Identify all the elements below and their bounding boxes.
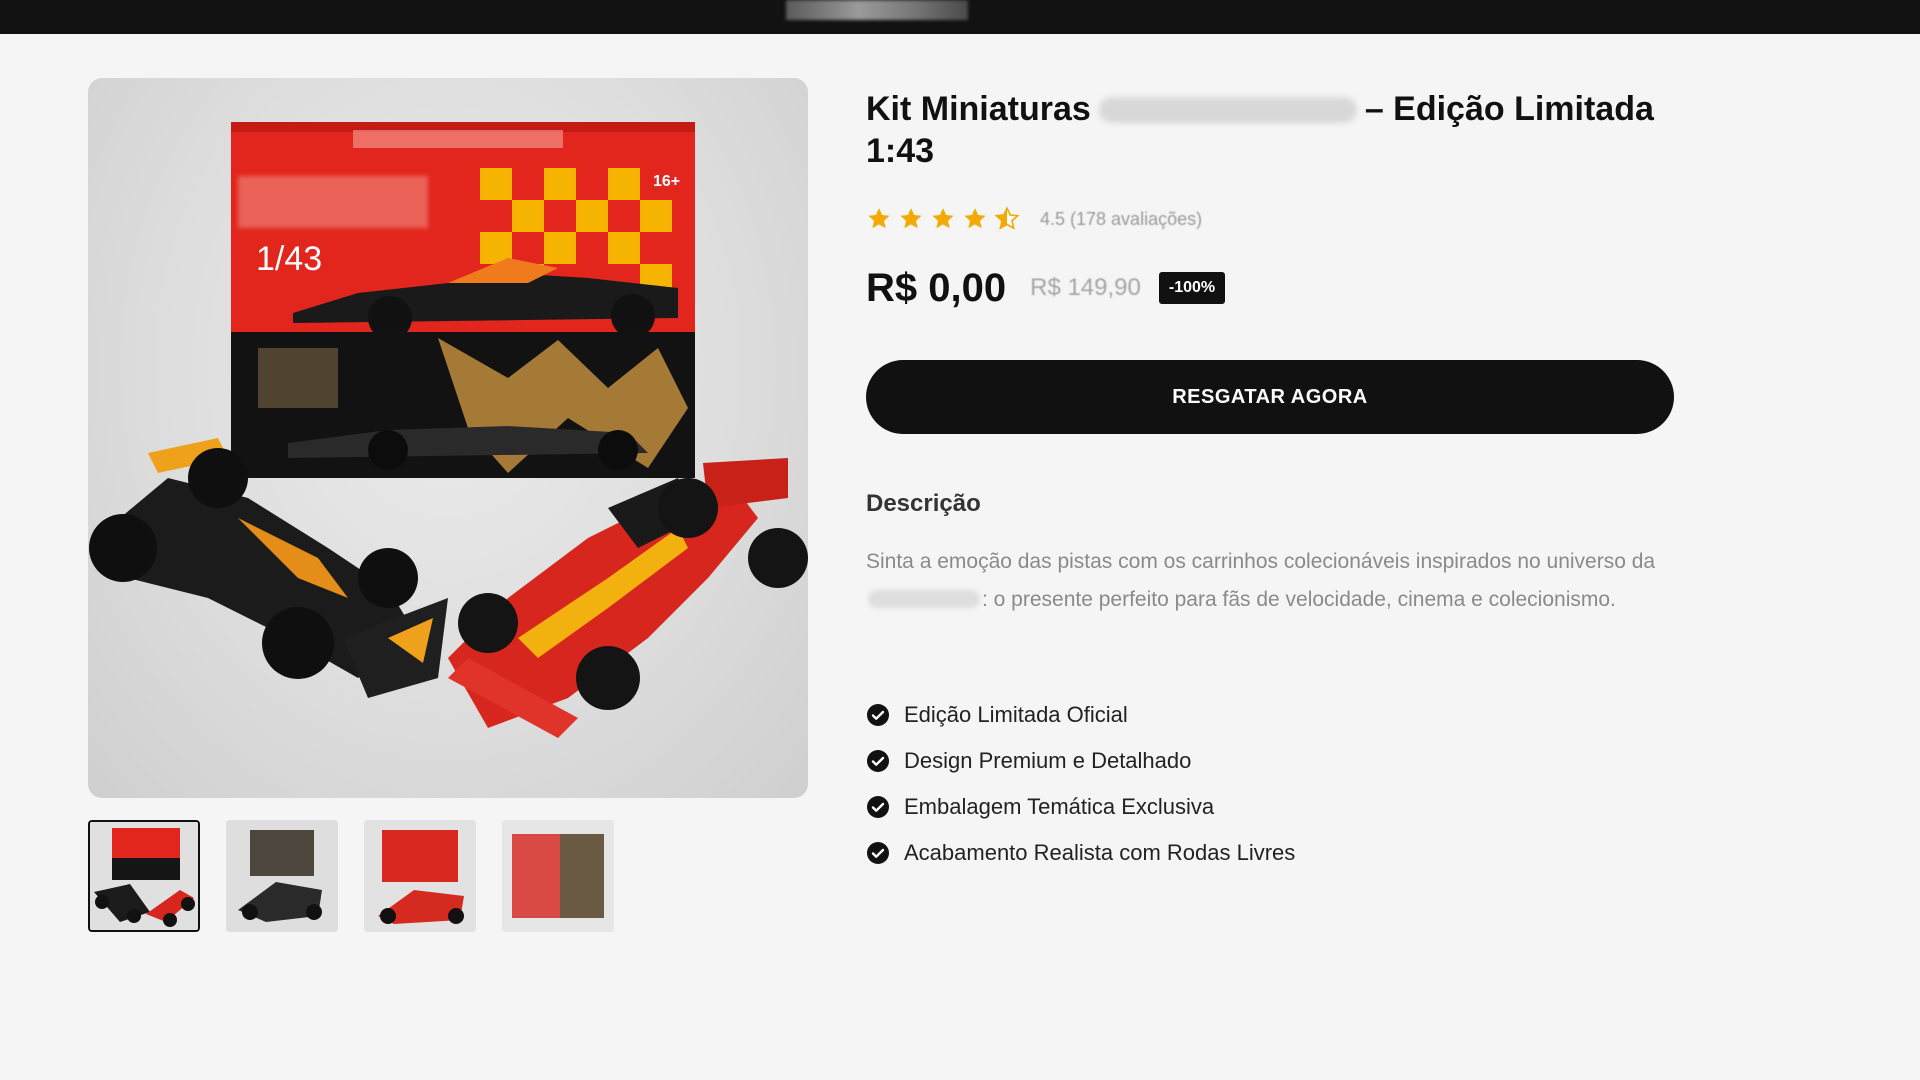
star-icon xyxy=(932,208,954,229)
thumbnail-1-image xyxy=(90,822,198,930)
star-icon xyxy=(964,208,986,229)
current-price: R$ 0,00 xyxy=(866,265,1007,310)
feature-label: Design Premium e Detalhado xyxy=(904,748,1192,773)
feature-item: Design Premium e Detalhado xyxy=(866,738,1295,784)
redeem-now-button[interactable]: RESGATAR AGORA xyxy=(866,360,1674,434)
description-text-start: Sinta a emoção das pistas com os carrinh… xyxy=(866,550,1656,573)
product-rating[interactable]: 4.5 (178 avaliações) xyxy=(866,204,1202,234)
thumbnail-4[interactable] xyxy=(502,820,614,932)
product-title-prefix: Kit Miniaturas xyxy=(866,90,1091,128)
feature-item: Acabamento Realista com Rodas Livres xyxy=(866,830,1295,876)
original-price: R$ 149,90 xyxy=(1030,274,1141,301)
scale-label: 1/43 xyxy=(256,240,322,278)
feature-item: Edição Limitada Oficial xyxy=(866,692,1295,738)
product-title: Kit Miniaturas – Edição Limitada 1:43 xyxy=(866,88,1666,172)
thumbnail-1[interactable] xyxy=(88,820,200,932)
age-badge: 16+ xyxy=(653,173,680,190)
feature-label: Embalagem Temática Exclusiva xyxy=(904,794,1215,819)
star-icon xyxy=(868,208,890,229)
check-circle-icon xyxy=(867,796,889,818)
description-heading: Descrição xyxy=(866,490,981,517)
star-half-icon xyxy=(994,206,1020,230)
feature-label: Edição Limitada Oficial xyxy=(904,702,1128,727)
thumbnail-2-image xyxy=(226,820,338,932)
feature-label: Acabamento Realista com Rodas Livres xyxy=(904,840,1296,865)
main-product-image[interactable]: 1/43 16+ xyxy=(88,78,808,798)
description-text-end: : o presente perfeito para fãs de veloci… xyxy=(982,588,1616,611)
thumbnail-3-image xyxy=(364,820,476,932)
top-bar xyxy=(0,0,1920,34)
discount-badge: -100% xyxy=(1158,272,1226,304)
redacted-brand-name xyxy=(1098,97,1357,123)
check-circle-icon xyxy=(867,704,889,726)
check-circle-icon xyxy=(867,750,889,772)
feature-list: Edição Limitada Oficial Design Premium e… xyxy=(866,692,1295,876)
product-photo-illustration: 1/43 16+ xyxy=(89,122,808,738)
price-row: R$ 0,00 R$ 149,90 -100% xyxy=(866,262,1226,314)
check-circle-icon xyxy=(867,842,889,864)
description-text: Sinta a emoção das pistas com os carrinh… xyxy=(866,543,1676,619)
redacted-brand-inline xyxy=(868,590,980,608)
rating-count: 4.5 (178 avaliações) xyxy=(1040,208,1203,229)
thumbnail-4-image xyxy=(502,820,614,932)
thumbnail-3[interactable] xyxy=(364,820,476,932)
feature-item: Embalagem Temática Exclusiva xyxy=(866,784,1295,830)
star-icon xyxy=(900,208,922,229)
topbar-blurred-image xyxy=(786,0,968,20)
thumbnail-2[interactable] xyxy=(226,820,338,932)
